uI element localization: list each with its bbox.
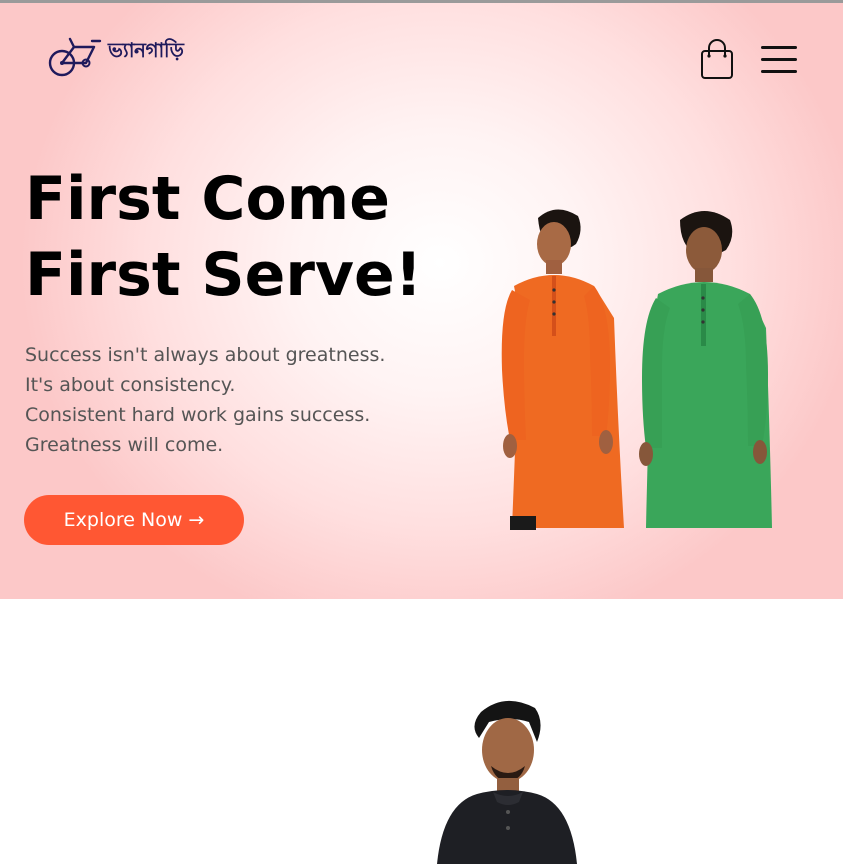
explore-now-button[interactable]: Explore Now → [24, 495, 244, 545]
next-section [0, 599, 843, 864]
green-kurta-model [639, 211, 772, 528]
brand-name: ভ্যানগাড়ি [108, 38, 184, 62]
bicycle-icon [48, 37, 102, 77]
copy-line-4: Greatness will come. [25, 434, 224, 456]
hamburger-menu-icon[interactable] [758, 43, 800, 77]
hero-headline: First Come First Serve! [25, 161, 422, 313]
headline-line-1: First Come [25, 164, 390, 234]
hero-section: ভ্যানগাড়ি First Come First Serve! Succe… [0, 3, 843, 599]
arrow-right-icon: → [188, 509, 205, 531]
orange-kurta-model [501, 209, 624, 530]
copy-line-2: It's about consistency. [25, 374, 236, 396]
hero-models-image [501, 209, 772, 530]
explore-now-label: Explore Now [63, 509, 183, 531]
hero-copy: Success isn't always about greatness. It… [25, 340, 385, 460]
model-portrait-image [437, 700, 577, 864]
copy-line-1: Success isn't always about greatness. [25, 344, 386, 366]
shopping-bag-icon[interactable] [698, 39, 736, 81]
brand-logo[interactable]: ভ্যানগাড়ি [48, 27, 218, 81]
headline-line-2: First Serve! [25, 240, 423, 310]
copy-line-3: Consistent hard work gains success. [25, 404, 371, 426]
